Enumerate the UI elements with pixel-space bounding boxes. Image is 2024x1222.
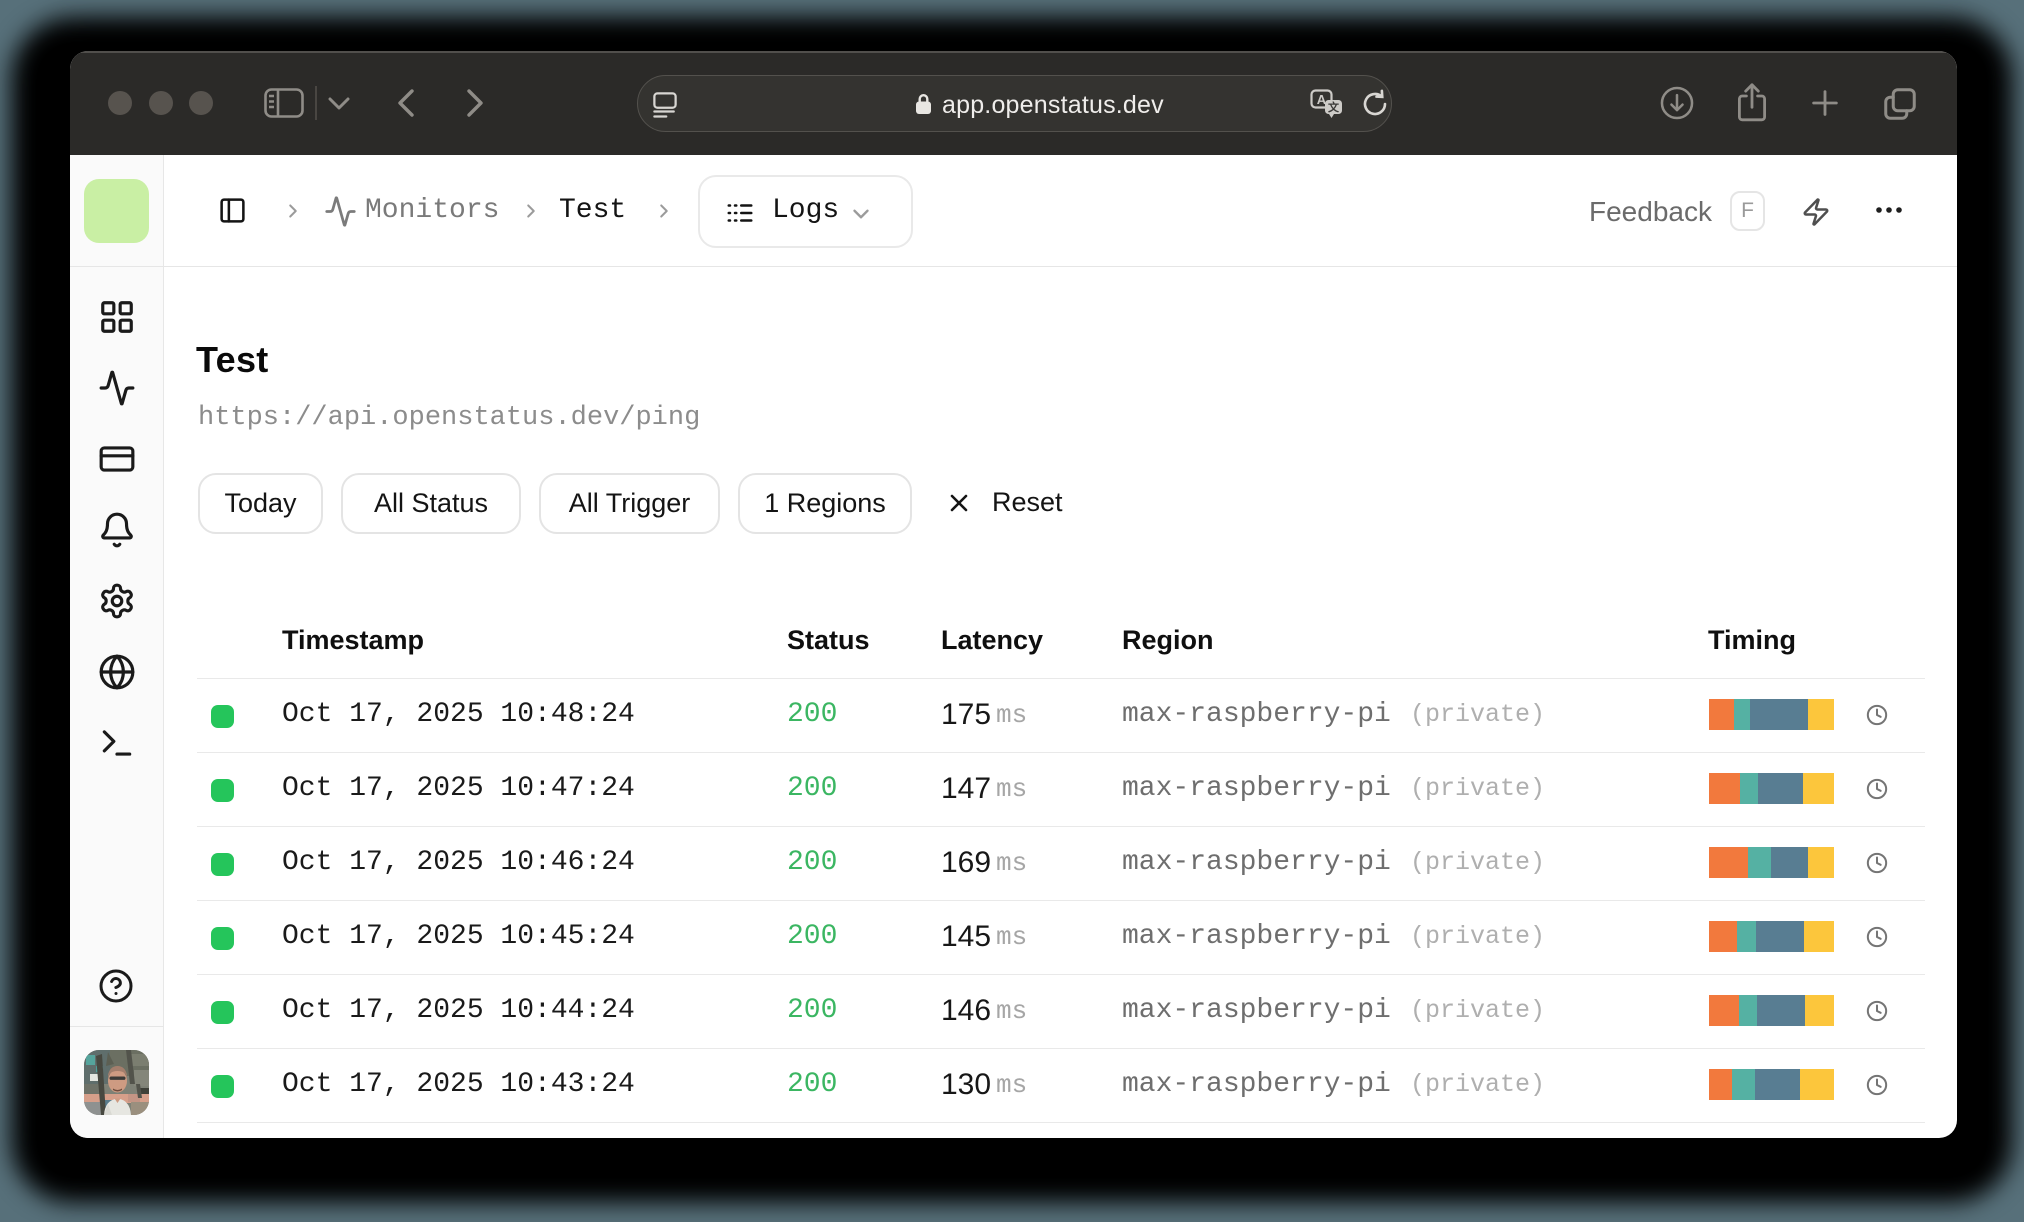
svg-text:文: 文 xyxy=(1328,100,1340,114)
